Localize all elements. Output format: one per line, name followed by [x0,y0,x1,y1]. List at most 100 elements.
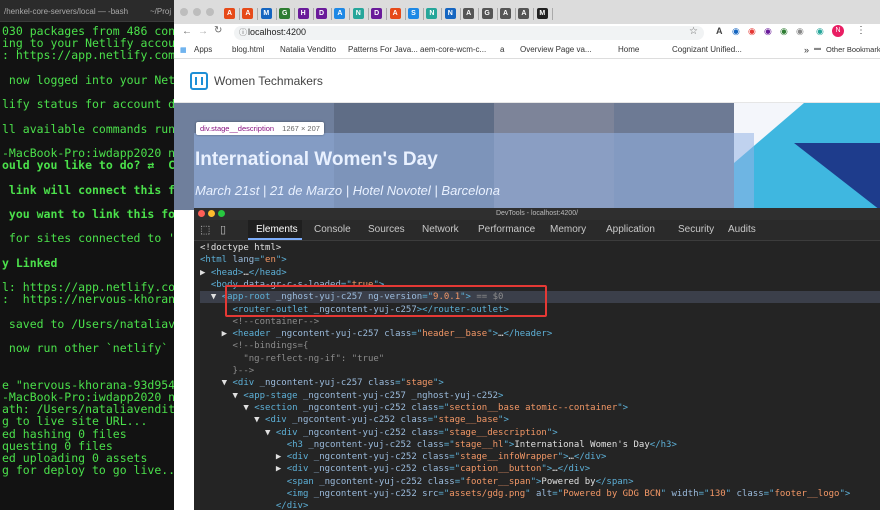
dom-node-line[interactable]: ▶ <div _ngcontent-yuj-c252 class="captio… [200,463,880,475]
dom-token: _ngcontent-yuj-c252 class [292,415,428,426]
other-bookmarks[interactable]: Other Bookmarks [826,45,880,54]
bookmark-star-icon[interactable]: ☆ [689,26,698,37]
dom-node-line[interactable]: ▶ <div _ngcontent-yuj-c252 class="stage_… [200,451,880,463]
browser-tab[interactable]: N [441,4,461,24]
dom-tree[interactable]: <!doctype html> <html lang="en"> ▶ <head>…… [194,242,880,510]
bookmark-item[interactable]: blog.html [232,45,264,54]
dom-node-line[interactable]: "ng-reflect-ng-if": "true" [200,353,880,365]
inspect-element-icon[interactable]: ⬚ [200,223,210,236]
browser-tab[interactable]: D [367,4,388,24]
browser-tab[interactable]: N [422,4,443,24]
dom-node-line[interactable]: }--> [200,365,880,377]
bookmark-item[interactable]: Apps [194,45,212,54]
devtools-minimize-button[interactable] [208,210,215,217]
browser-tab[interactable]: A [386,4,406,24]
devtools-tab-performance[interactable]: Performance [478,224,535,235]
info-icon[interactable]: ⓘ [239,27,247,38]
browser-tab[interactable]: S [404,4,424,24]
devtools-tab-memory[interactable]: Memory [550,224,586,235]
bookmark-item[interactable]: a [500,45,504,54]
translate-extension-icon[interactable]: A [716,26,723,36]
browser-tab[interactable]: A [238,4,259,24]
dom-token: _ngcontent-yuj-c252 class [302,402,439,413]
browser-tab[interactable]: A [514,4,535,24]
dom-node-line[interactable]: <img _ngcontent-yuj-c252 src="assets/gdg… [200,488,880,500]
devtools-tab-elements[interactable]: Elements [256,224,298,235]
extension-icon[interactable]: ◉ [816,26,824,37]
browser-tab[interactable]: A [220,4,240,24]
browser-tab[interactable]: G [478,4,498,24]
browser-tab[interactable]: M [533,4,553,24]
dom-node-line[interactable]: ▼ <div _ngcontent-yuj-c252 class="stage_… [200,427,880,439]
terminal-line: saved to /Users/nataliavenditt [8,316,176,331]
dom-node-line[interactable]: ▶ <head>…</head> [200,267,880,279]
devtools-tab-network[interactable]: Network [422,224,459,235]
dom-token: <div [275,427,303,438]
extension-icon[interactable]: ◉ [796,26,804,37]
devtools-tab-audits[interactable]: Audits [728,224,756,235]
window-close-button[interactable] [180,8,188,16]
dom-token: Powered by [541,476,596,487]
profile-avatar[interactable]: N [832,25,844,37]
bookmark-item[interactable]: Cognizant Unified... [672,45,742,54]
dom-node-line[interactable]: ▼ <section _ngcontent-yuj-c252 class="se… [200,402,880,414]
extension-icon[interactable]: ◉ [748,26,756,37]
menu-kebab-icon[interactable]: ⋮ [856,25,866,36]
dom-token: ▶ [200,329,233,340]
tab-separator [551,8,553,20]
extension-icon[interactable]: ◉ [780,26,788,37]
terminal-window[interactable]: /henkel-core-servers/local — -bash ~/Pro… [0,0,176,510]
bookmark-item[interactable]: Home [618,45,639,54]
browser-tab[interactable]: N [349,4,369,24]
browser-tab[interactable]: A [459,4,480,24]
bookmark-item[interactable]: Overview Page va... [520,45,592,54]
dom-node-line[interactable]: ▼ <app-stage _ngcontent-yuj-c257 _nghost… [200,390,880,402]
terminal-tab-title[interactable]: /henkel-core-servers/local — -bash [4,7,128,16]
dom-token: header__base [422,329,488,340]
dom-node-line[interactable]: ▶ <header _ngcontent-yuj-c257 class="hea… [200,328,880,340]
terminal-tab-title-2[interactable]: ~/Proj [150,7,171,16]
dom-node-line[interactable]: <!doctype html> [200,242,880,254]
browser-tab[interactable]: G [275,4,296,24]
dom-node-line[interactable]: <!--bindings={ [200,340,880,352]
devtools-close-button[interactable] [198,210,205,217]
browser-tab[interactable]: H [294,4,314,24]
devtools-tab-sources[interactable]: Sources [368,224,405,235]
browser-tab[interactable]: A [330,4,351,24]
reload-icon[interactable]: ↻ [214,25,222,36]
dom-token: }--> [200,366,255,376]
bookmark-item[interactable]: aem-core-wcm-c... [420,45,486,54]
browser-tab[interactable]: M [257,4,277,24]
window-zoom-button[interactable] [206,8,214,16]
dom-node-line[interactable]: <span _ngcontent-yuj-c252 class="footer_… [200,476,880,488]
bookmark-item[interactable]: Patterns For Java... [348,45,418,54]
address-bar[interactable]: ⓘ localhost:4200 ☆ [234,26,704,40]
site-brand[interactable]: Women Techmakers [214,74,323,88]
window-minimize-button[interactable] [193,8,201,16]
extension-icon[interactable]: ◉ [732,26,740,37]
dom-token: </header> [503,329,553,340]
forward-arrow-icon[interactable]: → [198,26,208,37]
devtools-tab-application[interactable]: Application [606,224,655,235]
dom-token: "> [503,439,515,450]
dom-node-line[interactable]: </div> [200,500,880,510]
extension-icon[interactable]: ◉ [764,26,772,37]
devtools-tab-console[interactable]: Console [314,224,351,235]
back-arrow-icon[interactable]: ← [182,26,192,37]
dom-token: caption__button [460,464,542,475]
browser-tab[interactable]: D [312,4,332,24]
devtools-zoom-button[interactable] [218,210,225,217]
dom-node-line[interactable]: <h3 _ngcontent-yuj-c252 class="stage__hl… [200,439,880,451]
dom-node-line[interactable]: <!--container--> [200,316,880,328]
dom-node-line[interactable]: ▼ <div _ngcontent-yuj-c252 class="stage_… [200,414,880,426]
wtm-logo-icon[interactable] [190,72,208,90]
bookmark-item[interactable]: Natalia Venditto [280,45,336,54]
dom-token: _ngcontent-yuj-c252 class [302,427,439,438]
dom-node-line[interactable]: <html lang="en"> [200,254,880,266]
dom-node-line[interactable]: ▼ <div _ngcontent-yuj-c257 class="stage"… [200,377,880,389]
devtools-tab-security[interactable]: Security [678,224,714,235]
device-toolbar-icon[interactable]: ▯ [220,223,226,236]
bookmarks-overflow-icon[interactable]: » [804,45,809,55]
dom-token: =" [254,255,266,266]
browser-tab[interactable]: A [496,4,516,24]
